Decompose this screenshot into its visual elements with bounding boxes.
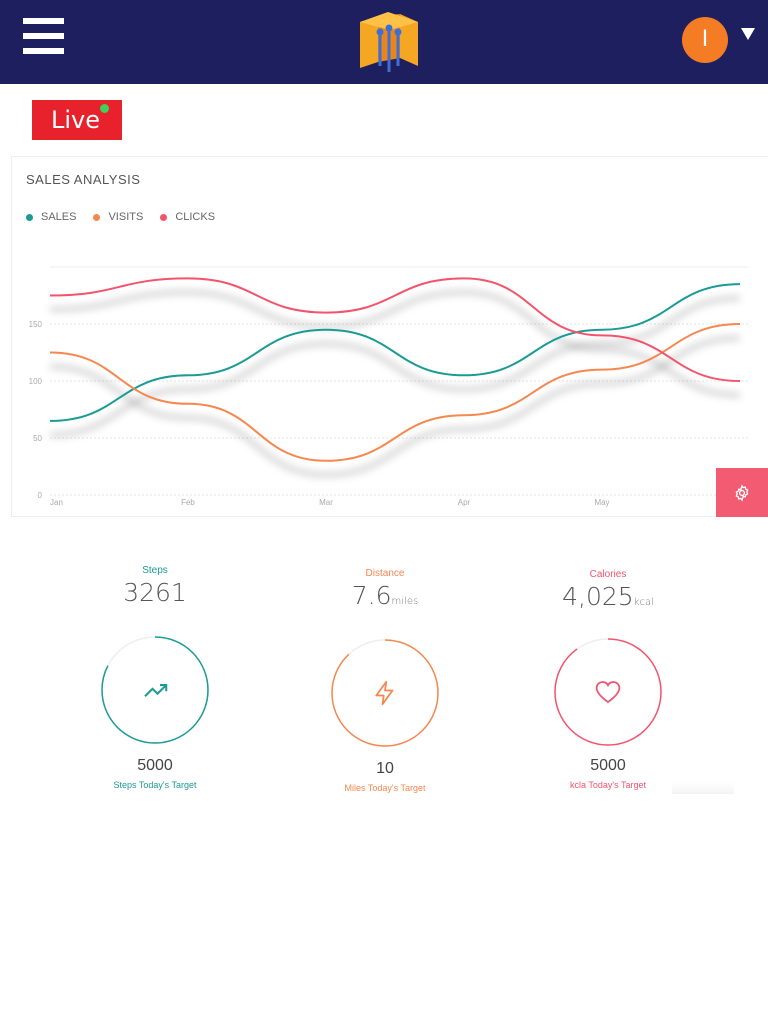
stat-label: Calories	[589, 569, 627, 580]
stat-label: Steps	[142, 565, 168, 576]
heart-icon	[595, 681, 621, 704]
stat-number: 4,025	[562, 582, 634, 611]
sales-line-chart: 0 50 100 150 Jan Feb Mar Apr May	[29, 266, 748, 507]
stat-value: 7.6miles	[305, 581, 465, 610]
lightning-icon	[375, 680, 394, 706]
user-avatar[interactable]: I	[682, 17, 728, 63]
progress-ring	[331, 639, 439, 747]
trending-up-icon	[144, 684, 168, 697]
stat-value: 3261	[75, 578, 235, 607]
menu-icon[interactable]	[23, 18, 65, 54]
stat-calories: Calories 4,025kcal	[528, 569, 688, 611]
live-label: Live	[51, 106, 101, 134]
target-value: 10	[376, 760, 394, 777]
stat-label: Distance	[365, 568, 405, 579]
gear-icon	[735, 483, 749, 502]
brand-logo	[360, 12, 418, 72]
stat-distance: Distance 7.6miles	[305, 568, 465, 610]
series-shadow	[49, 335, 741, 478]
x-tick-label: Jan	[50, 498, 63, 507]
stat-steps: Steps 3261	[75, 565, 235, 607]
target-label: Steps Today's Target	[113, 780, 197, 790]
live-status-dot	[100, 104, 109, 113]
stat-number: 3261	[123, 578, 187, 607]
stat-unit: miles	[391, 596, 419, 607]
chevron-down-icon[interactable]	[741, 28, 755, 40]
x-tick-label: Feb	[181, 498, 195, 507]
y-tick-label: 100	[29, 377, 43, 386]
top-navbar: I	[0, 0, 768, 84]
stat-number: 7.6	[351, 581, 392, 610]
target-label: kcla Today's Target	[570, 780, 646, 790]
x-tick-label: May	[594, 498, 609, 507]
bottom-fade	[672, 782, 734, 794]
y-tick-label: 150	[29, 320, 43, 329]
stat-unit: kcal	[633, 597, 654, 608]
target-value: 5000	[590, 757, 626, 774]
progress-ring	[101, 636, 209, 744]
y-tick-label: 50	[33, 434, 42, 443]
target-value: 5000	[137, 757, 173, 774]
settings-button[interactable]	[716, 468, 768, 517]
stat-value: 4,025kcal	[528, 582, 688, 611]
x-tick-label: Mar	[319, 498, 333, 507]
y-tick-label: 0	[38, 491, 43, 500]
live-badge: Live	[32, 100, 122, 140]
x-tick-label: Apr	[458, 498, 471, 507]
target-label: Miles Today's Target	[344, 783, 426, 793]
sales-analysis-card: SALES ANALYSIS SALES VISITS CLICKS 0 50 100 1…	[11, 156, 768, 517]
progress-ring	[554, 638, 662, 746]
